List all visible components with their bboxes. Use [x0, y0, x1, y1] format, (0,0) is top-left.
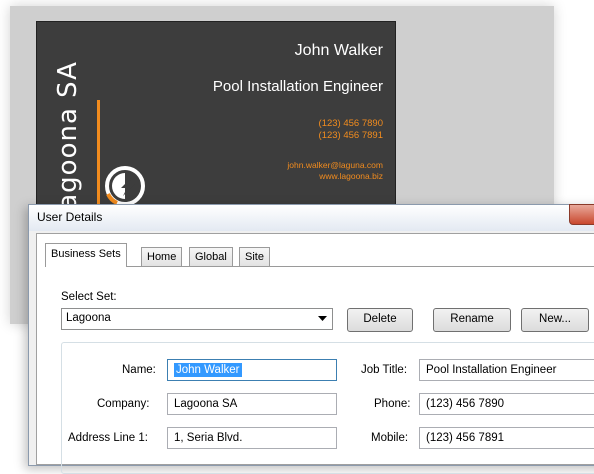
select-set-value: Lagoona	[66, 312, 111, 324]
tab-global[interactable]: Global	[189, 247, 233, 266]
select-set-dropdown[interactable]: Lagoona	[61, 308, 333, 330]
dialog-titlebar[interactable]: User Details	[29, 204, 594, 231]
brand-accent-line	[97, 100, 100, 220]
tab-business-sets[interactable]: Business Sets	[45, 243, 127, 267]
lagoona-logo-icon	[105, 166, 145, 206]
select-set-label: Select Set:	[61, 291, 117, 303]
card-job-title: Pool Installation Engineer	[212, 78, 383, 95]
mobile-label: Mobile:	[371, 432, 409, 444]
job-title-label: Job Title:	[361, 364, 408, 376]
new-button[interactable]: New...	[521, 308, 589, 332]
card-phone: (123) 456 7890	[318, 118, 383, 129]
company-label: Company:	[97, 398, 150, 410]
chevron-down-icon	[318, 316, 327, 321]
delete-button[interactable]: Delete	[347, 308, 413, 332]
card-email: john.walker@laguna.com	[287, 160, 383, 170]
company-field[interactable]: Lagoona SA	[167, 393, 337, 415]
address-line-1-label: Address Line 1:	[68, 432, 148, 444]
card-mobile: (123) 456 7891	[318, 130, 383, 141]
rename-button[interactable]: Rename	[433, 308, 511, 332]
phone-label: Phone:	[374, 398, 411, 410]
close-button[interactable]	[569, 204, 594, 225]
card-website: www.lagoona.biz	[319, 171, 383, 181]
user-details-dialog: User Details Business Sets Home Global S…	[28, 204, 594, 474]
name-label: Name:	[122, 364, 156, 376]
address-line-1-field[interactable]: 1, Seria Blvd.	[167, 427, 337, 449]
mobile-field[interactable]: (123) 456 7891	[419, 427, 594, 449]
tab-home[interactable]: Home	[141, 247, 183, 266]
dialog-client-area: Business Sets Home Global Site Select Se…	[36, 233, 594, 474]
job-title-field[interactable]: Pool Installation Engineer	[419, 359, 594, 381]
name-field-value: John Walker	[174, 363, 242, 377]
card-brand-name: lagoona SA	[53, 61, 83, 218]
phone-field[interactable]: (123) 456 7890	[419, 393, 594, 415]
name-field[interactable]: John Walker	[167, 359, 337, 381]
dialog-title: User Details	[37, 210, 103, 224]
tab-panel-border	[45, 266, 594, 267]
tab-site[interactable]: Site	[239, 247, 270, 266]
card-name: John Walker	[294, 42, 383, 59]
